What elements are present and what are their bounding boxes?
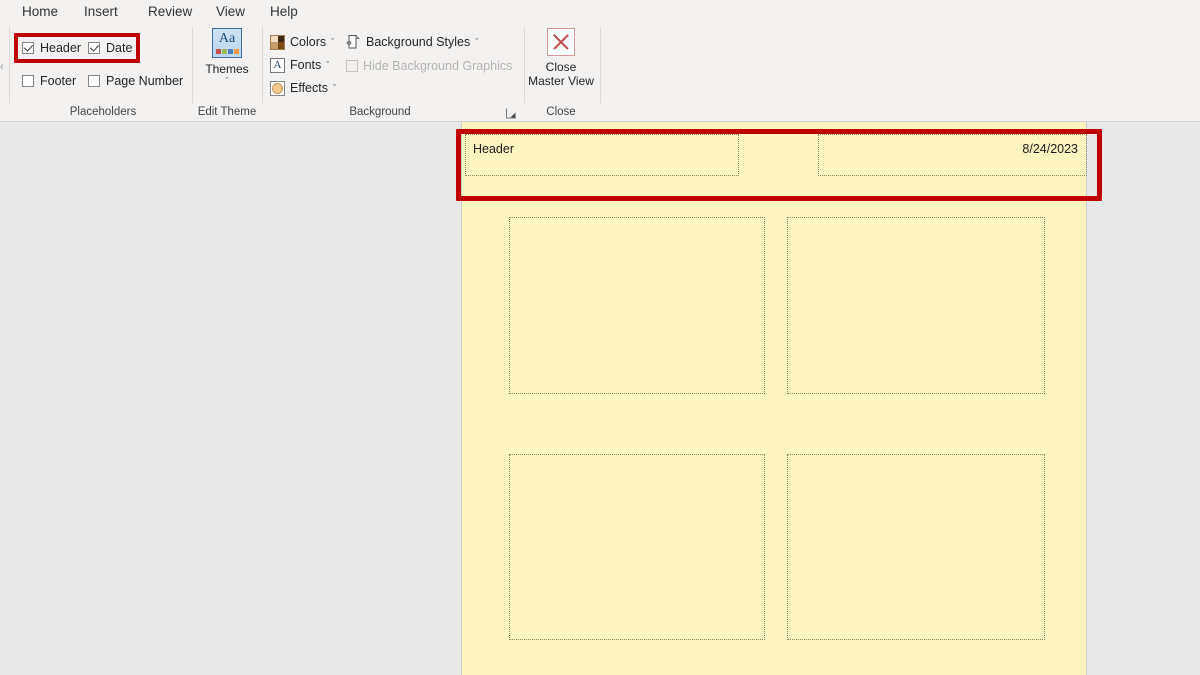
background-styles-chevron-down-icon[interactable]: ˇ [475,37,478,47]
theme-swatch-3 [228,49,233,54]
checkbox-page-number[interactable]: Page Number [88,72,183,90]
group-separator-placeholders [192,27,193,103]
checkbox-footer[interactable]: Footer [22,72,76,90]
close-master-view-line-2: Master View [528,74,594,88]
background-styles-button-label: Background Styles [366,35,471,49]
checkbox-footer-box[interactable] [22,75,34,87]
close-master-view-label: Close Master View [528,60,594,88]
colors-chevron-down-icon[interactable]: ˇ [331,37,334,47]
group-label-close: Close [546,106,576,118]
fonts-icon: A [270,57,285,73]
group-label-background: Background [349,106,411,118]
close-icon [547,28,575,56]
background-dialog-launcher-icon[interactable] [505,107,518,120]
background-styles-button[interactable]: Background Styles ˇ [345,32,478,52]
slide-placeholder-1[interactable] [509,217,765,394]
checkbox-footer-label: Footer [40,74,77,88]
effects-button[interactable]: Effects ˇ [270,78,336,98]
tab-review[interactable]: Review [144,3,196,20]
ribbon: Home Insert Review View Help ‹ Header Da… [0,0,1200,122]
slide-placeholder-4[interactable] [787,454,1045,640]
group-separator-left [9,27,10,103]
editing-canvas[interactable]: Header 8/24/2023 [0,122,1200,675]
slide-placeholder-3[interactable] [509,454,765,640]
checkbox-hide-background-graphics-label: Hide Background Graphics [363,59,513,73]
ribbon-tabstrip: Home Insert Review View Help [0,0,1200,23]
tab-home[interactable]: Home [18,3,62,20]
checkbox-page-number-label: Page Number [106,74,184,88]
background-styles-icon [345,34,361,50]
theme-swatch-4 [234,49,239,54]
colors-icon [270,34,285,50]
ribbon-collapse-chevron-icon[interactable]: ‹ [0,62,4,73]
effects-button-label: Effects [290,81,328,95]
tab-help[interactable]: Help [266,3,302,20]
themes-button-label: Themes [205,62,249,76]
checkbox-hide-background-graphics-box [346,60,358,72]
themes-button[interactable]: Aa Themes ˇ [199,28,255,103]
checkbox-page-number-box[interactable] [88,75,100,87]
theme-swatch-2 [222,49,227,54]
group-label-placeholders: Placeholders [69,106,137,118]
effects-icon [270,80,285,96]
group-separator-edit-theme [262,27,263,103]
handout-master-page[interactable]: Header 8/24/2023 [461,122,1087,675]
checkbox-hide-background-graphics: Hide Background Graphics [346,56,512,76]
fonts-chevron-down-icon[interactable]: ˇ [326,60,329,70]
tab-view[interactable]: View [212,3,249,20]
close-master-view-line-1: Close [545,60,577,74]
theme-swatch-1 [216,49,221,54]
themes-icon-text: Aa [218,31,236,46]
group-separator-close [600,27,601,103]
colors-button[interactable]: Colors ˇ [270,32,334,52]
group-label-edit-theme: Edit Theme [197,106,257,118]
fonts-button[interactable]: A Fonts ˇ [270,55,329,75]
header-date-highlight-rectangle [456,129,1102,201]
themes-chevron-down-icon[interactable]: ˇ [226,77,229,86]
effects-chevron-down-icon[interactable]: ˇ [333,83,336,93]
slide-placeholder-2[interactable] [787,217,1045,394]
colors-button-label: Colors [290,35,327,49]
tab-insert[interactable]: Insert [80,3,122,20]
close-master-view-button[interactable]: Close Master View [527,28,595,103]
placeholders-highlight-rectangle [14,33,140,63]
group-separator-background [524,27,525,103]
themes-icon: Aa [212,28,242,58]
fonts-button-label: Fonts [290,58,322,72]
